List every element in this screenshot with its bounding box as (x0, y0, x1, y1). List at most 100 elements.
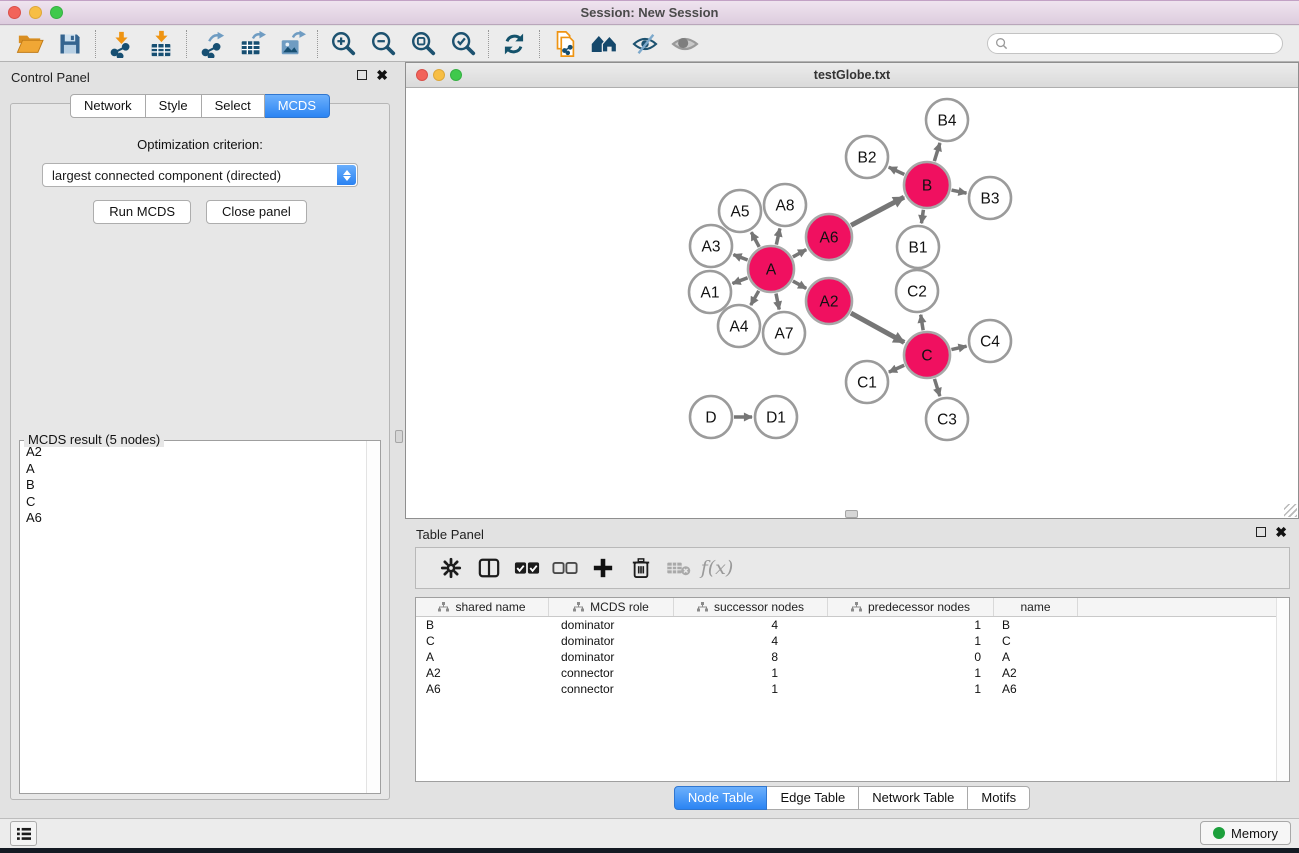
node-C[interactable]: C (904, 332, 950, 378)
duplicate-network-icon[interactable] (545, 28, 585, 60)
result-list-item[interactable]: A6 (21, 510, 365, 527)
table-row[interactable]: Cdominator41C (416, 633, 1289, 649)
network-canvas[interactable]: B4B2BB3A8A5A6A3B1AA1C2A2A4A7C4CC1C3DD1 (406, 88, 1298, 518)
zoom-out-icon[interactable] (363, 28, 403, 60)
tab-network-table[interactable]: Network Table (859, 786, 968, 810)
tab-mcds[interactable]: MCDS (265, 94, 330, 118)
node-C1[interactable]: C1 (846, 361, 888, 403)
result-list-item[interactable]: C (21, 494, 365, 511)
result-list-item[interactable]: B (21, 477, 365, 494)
result-list-scrollbar[interactable] (366, 441, 380, 793)
zoom-fit-icon[interactable] (403, 28, 443, 60)
tab-edge-table[interactable]: Edge Table (767, 786, 859, 810)
table-row[interactable]: Bdominator41B (416, 617, 1289, 633)
export-network-icon[interactable] (192, 28, 232, 60)
delete-column-icon[interactable] (622, 551, 660, 585)
memory-button[interactable]: Memory (1200, 821, 1291, 845)
node-A[interactable]: A (748, 246, 794, 292)
task-history-button[interactable] (10, 821, 37, 846)
result-list-item[interactable]: A (21, 461, 365, 478)
node-C2[interactable]: C2 (896, 270, 938, 312)
tab-style[interactable]: Style (146, 94, 202, 118)
import-network-icon[interactable] (101, 28, 141, 60)
hide-graphics-details-icon[interactable] (625, 28, 665, 60)
tab-network[interactable]: Network (70, 94, 146, 118)
tab-node-table[interactable]: Node Table (674, 786, 768, 810)
open-session-icon[interactable] (10, 28, 50, 60)
save-session-icon[interactable] (50, 28, 90, 60)
table-row[interactable]: A6connector11A6 (416, 681, 1289, 697)
node-C4[interactable]: C4 (969, 320, 1011, 362)
export-table-icon[interactable] (232, 28, 272, 60)
node-B[interactable]: B (904, 162, 950, 208)
export-image-icon[interactable] (272, 28, 312, 60)
column-header-name[interactable]: name (994, 598, 1078, 616)
edge-C-C3[interactable] (934, 379, 939, 396)
node-A1[interactable]: A1 (689, 271, 731, 313)
refresh-icon[interactable] (494, 28, 534, 60)
edge-B-B1[interactable] (921, 210, 923, 224)
edge-B-B4[interactable] (934, 143, 940, 161)
run-mcds-button[interactable]: Run MCDS (93, 200, 191, 224)
node-B3[interactable]: B3 (969, 177, 1011, 219)
deselect-all-checkboxes-icon[interactable] (546, 551, 584, 585)
node-A8[interactable]: A8 (764, 184, 806, 226)
node-A6[interactable]: A6 (806, 214, 852, 260)
node-B1[interactable]: B1 (897, 226, 939, 268)
node-A4[interactable]: A4 (718, 305, 760, 347)
show-columns-icon[interactable] (470, 551, 508, 585)
close-panel-icon[interactable]: ✖ (376, 70, 388, 80)
result-list-item[interactable]: A2 (21, 444, 365, 461)
node-A3[interactable]: A3 (690, 225, 732, 267)
select-all-checkboxes-icon[interactable] (508, 551, 546, 585)
import-table-icon[interactable] (141, 28, 181, 60)
toolbar-search[interactable] (987, 33, 1283, 54)
node-B4[interactable]: B4 (926, 99, 968, 141)
close-table-panel-icon[interactable]: ✖ (1275, 527, 1287, 537)
add-column-icon[interactable] (584, 551, 622, 585)
node-D1[interactable]: D1 (755, 396, 797, 438)
edge-A-A4[interactable] (751, 291, 759, 305)
node-A7[interactable]: A7 (763, 312, 805, 354)
zoom-selected-icon[interactable] (443, 28, 483, 60)
node-A5[interactable]: A5 (719, 190, 761, 232)
close-panel-button[interactable]: Close panel (206, 200, 307, 224)
table-row[interactable]: Adominator80A (416, 649, 1289, 665)
node-D[interactable]: D (690, 396, 732, 438)
horizontal-split-handle[interactable] (845, 510, 858, 518)
float-table-panel-icon[interactable] (1256, 527, 1266, 537)
tab-select[interactable]: Select (202, 94, 265, 118)
float-panel-icon[interactable] (357, 70, 367, 80)
node-A2[interactable]: A2 (806, 278, 852, 324)
homes-icon[interactable] (585, 28, 625, 60)
node-table[interactable]: shared nameMCDS rolesuccessor nodesprede… (415, 597, 1290, 782)
column-header-MCDS-role[interactable]: MCDS role (549, 598, 674, 616)
resize-handle-icon[interactable] (1284, 504, 1297, 517)
network-window-titlebar[interactable]: testGlobe.txt (406, 63, 1298, 88)
edge-A-A2[interactable] (793, 281, 806, 288)
edge-A-A7[interactable] (776, 293, 779, 309)
table-options-icon[interactable] (432, 551, 470, 585)
column-header-predecessor-nodes[interactable]: predecessor nodes (828, 598, 994, 616)
table-scrollbar[interactable] (1276, 598, 1289, 781)
edge-A2-C[interactable] (851, 313, 904, 342)
edge-B-B3[interactable] (951, 190, 966, 193)
vertical-split-handle[interactable] (395, 430, 403, 443)
edge-A-A6[interactable] (793, 250, 806, 257)
column-header-successor-nodes[interactable]: successor nodes (674, 598, 828, 616)
edge-A6-B[interactable] (851, 197, 904, 225)
show-graphics-details-icon[interactable] (665, 28, 705, 60)
edge-A-A8[interactable] (776, 228, 780, 244)
column-header-shared-name[interactable]: shared name (416, 598, 549, 616)
edge-A-A5[interactable] (751, 232, 759, 247)
edge-C-C1[interactable] (889, 365, 904, 372)
edge-C-C2[interactable] (921, 315, 923, 331)
edge-A-A1[interactable] (732, 278, 747, 284)
zoom-in-icon[interactable] (323, 28, 363, 60)
mcds-result-list[interactable]: A2ABCA6 (21, 444, 365, 792)
edge-B-B2[interactable] (889, 167, 905, 174)
edge-C-C4[interactable] (951, 346, 966, 349)
criterion-dropdown[interactable]: largest connected component (directed) (42, 163, 358, 187)
edge-A-A3[interactable] (733, 255, 747, 260)
table-row[interactable]: A2connector11A2 (416, 665, 1289, 681)
